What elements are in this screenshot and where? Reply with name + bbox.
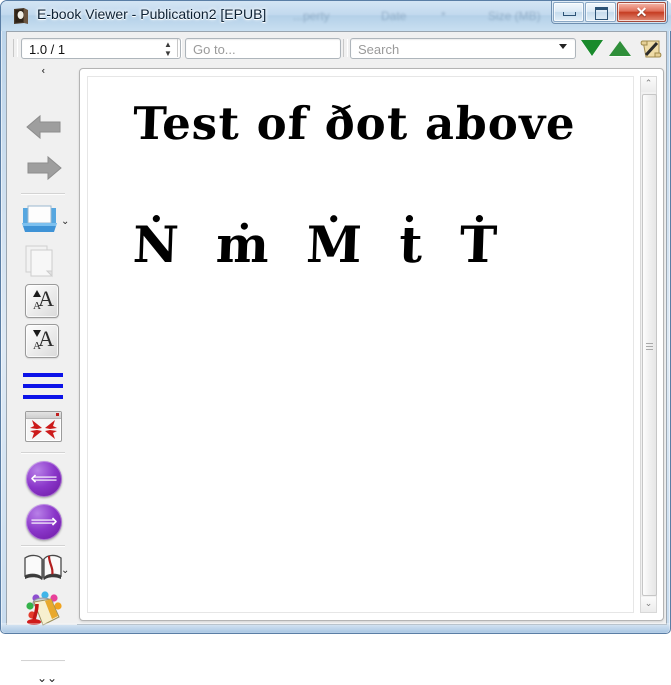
scroll-up-button[interactable]: ⌃ — [641, 77, 656, 92]
goto-input[interactable]: Go to... — [185, 38, 341, 59]
chevron-down-icon-bookmarks[interactable]: ⌄ — [61, 566, 69, 576]
page-position-value: 1.0 / 1 — [29, 42, 66, 57]
find-next-button[interactable] — [581, 40, 603, 56]
maximize-icon — [595, 7, 608, 20]
ebook-page[interactable]: Test of ðot above Ṅ ṁ Ṁ ṫ Ṫ — [87, 76, 634, 613]
close-button[interactable]: ✕ — [617, 2, 666, 22]
chevron-down-icon[interactable] — [559, 44, 567, 49]
next-section-button[interactable]: ⟹ — [26, 504, 62, 540]
vertical-scrollbar[interactable]: ⌃ ⌄ — [640, 76, 657, 613]
toolbar-handle[interactable] — [13, 39, 18, 57]
sidebar-item-fullscreen[interactable] — [7, 408, 77, 448]
page-position-spinbox[interactable]: 1.0 / 1 ▲ ▼ — [21, 38, 181, 59]
scrollbar-grip-2 — [646, 346, 653, 347]
ghost-text-3: Size (MB) — [488, 9, 541, 23]
sidebar-separator-4 — [21, 660, 65, 662]
chevron-down-icon-open[interactable]: ⌄ — [61, 217, 69, 227]
sidebar-item-table-of-contents[interactable] — [7, 367, 77, 409]
search-input[interactable]: Search — [350, 38, 576, 59]
fullscreen-close-dot — [56, 413, 59, 416]
ebook-viewer-panel: Test of ðot above Ṅ ṁ Ṁ ṫ Ṫ ⌃ ⌄ — [79, 68, 664, 621]
decrease-font-size-button[interactable]: A A — [25, 324, 59, 358]
search-placeholder: Search — [358, 42, 400, 57]
chevron-down-icon-scroll: ⌄ — [644, 598, 653, 608]
sidebar-item-back[interactable] — [7, 108, 77, 146]
expand-arrows-icon — [30, 420, 57, 439]
toc-line-1 — [23, 373, 63, 377]
title-bar[interactable]: ...perty Date * Size (MB) E-book Viewer … — [1, 1, 671, 31]
sidebar-separator-1 — [21, 193, 65, 195]
reference-mode-scroll-icon[interactable] — [639, 38, 663, 60]
arrow-left-icon — [26, 114, 61, 140]
ghost-text-1: Date — [381, 9, 407, 23]
fullscreen-titlebar — [26, 412, 61, 419]
goto-placeholder: Go to... — [193, 42, 236, 57]
document-characters: Ṅ ṁ Ṁ ṫ Ṫ — [131, 215, 508, 274]
open-ebook-icon — [22, 205, 57, 232]
sidebar-item-forward[interactable] — [7, 149, 77, 187]
scrollbar-grip-1 — [646, 343, 653, 344]
sidebar-item-bookmarks[interactable]: ⌄ — [7, 549, 77, 589]
chevron-up-icon: ⌃ — [644, 78, 653, 88]
arrow-right-icon — [27, 155, 62, 181]
big-a-glyph: A — [38, 286, 54, 311]
open-book-icon — [24, 554, 62, 580]
sidebar-item-decrease-font-size[interactable]: A A — [7, 323, 77, 363]
app-book-icon — [14, 8, 28, 24]
ghost-text-0: ...perty — [293, 9, 330, 23]
minimize-button[interactable] — [553, 2, 584, 22]
big-a-glyph-2: A — [38, 326, 54, 351]
sidebar-item-open-ebook[interactable]: ⌄ — [7, 200, 77, 238]
page-position-stepper[interactable]: ▲ ▼ — [162, 40, 174, 59]
sidebar-separator-3 — [21, 545, 65, 547]
sidebar-separator-2 — [21, 452, 65, 454]
fullscreen-icon — [25, 411, 62, 442]
arrow-right-circle-icon: ⟹ — [30, 511, 58, 533]
toc-line-3 — [23, 395, 63, 399]
sidebar-item-copy[interactable] — [7, 240, 77, 280]
minimize-icon — [563, 12, 576, 16]
scroll-down-button[interactable]: ⌄ — [641, 597, 656, 612]
window-controls: ✕ — [551, 1, 668, 24]
scrollbar-grip-3 — [646, 349, 653, 350]
toc-line-2 — [23, 384, 63, 388]
ghost-text-2: * — [441, 9, 446, 23]
client-area: 1.0 / 1 ▲ ▼ Go to... Search ⌄ ⌄ A A A A … — [6, 31, 667, 684]
toolbar-overflow-button[interactable]: ⌄⌄ — [37, 672, 57, 684]
previous-section-button[interactable]: ⟸ — [26, 461, 62, 497]
increase-font-size-button[interactable]: A A — [25, 284, 59, 318]
close-icon: ✕ — [635, 4, 648, 20]
preferences-paint-icon — [26, 591, 62, 626]
application-window: ...perty Date * Size (MB) E-book Viewer … — [0, 0, 671, 684]
toolbar-grip-icon[interactable]: ⌄ — [39, 67, 50, 75]
left-toolbar: ⌄ ⌄ A A A A ⟸ ⟹ ⌄ ⌄⌄ — [7, 64, 77, 684]
top-toolbar: 1.0 / 1 ▲ ▼ Go to... Search — [7, 32, 666, 64]
sidebar-item-next-section[interactable]: ⟹ — [7, 501, 77, 543]
toolbar-handle-2[interactable] — [177, 39, 182, 57]
window-title: E-book Viewer - Publication2 [EPUB] — [37, 6, 267, 22]
document-heading: Test of ðot above — [132, 97, 577, 150]
arrow-left-circle-icon: ⟸ — [30, 468, 58, 490]
sidebar-item-previous-section[interactable]: ⟸ — [7, 458, 77, 500]
scrollbar-thumb[interactable] — [642, 94, 657, 596]
toolbar-handle-3[interactable] — [343, 39, 348, 57]
sidebar-item-increase-font-size[interactable]: A A — [7, 283, 77, 323]
copy-pages-icon — [25, 245, 53, 278]
sidebar-item-preferences[interactable] — [7, 588, 77, 632]
maximize-button[interactable] — [585, 2, 616, 22]
find-previous-button[interactable] — [609, 41, 631, 56]
